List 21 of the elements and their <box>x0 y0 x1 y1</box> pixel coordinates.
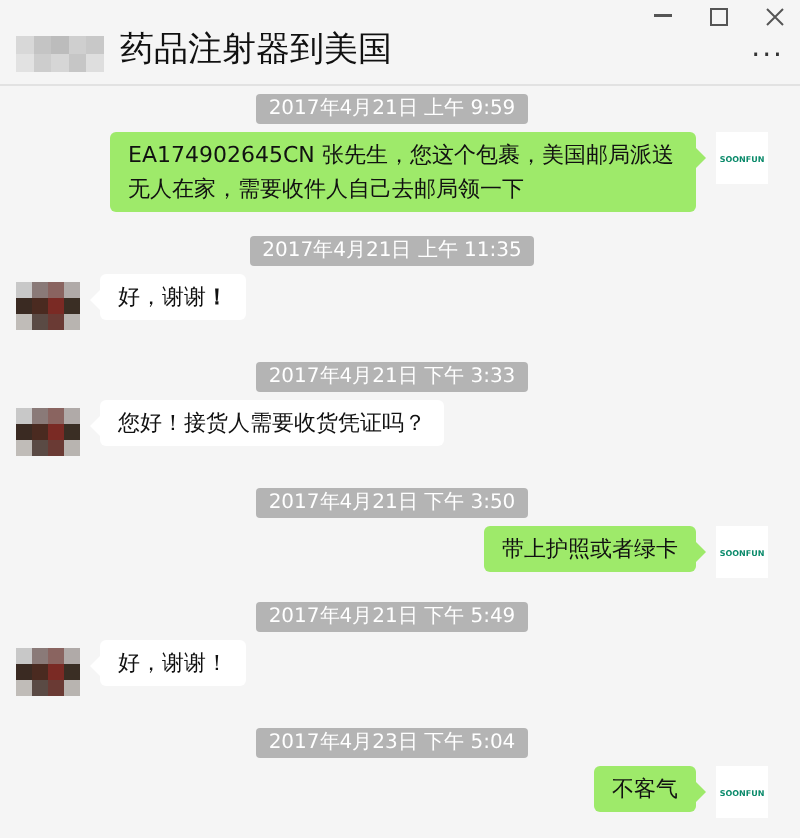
bubble-tail <box>696 148 706 168</box>
timestamp: 2017年4月21日 下午 3:33 <box>256 362 528 392</box>
timestamp: 2017年4月21日 下午 5:49 <box>256 602 528 632</box>
message-bubble: 好，谢谢！ <box>100 274 246 320</box>
message-bubble: 您好！接货人需要收货凭证吗？ <box>100 400 444 446</box>
window-title: 药品注射器到美国 <box>120 28 392 72</box>
timestamp: 2017年4月21日 上午 11:35 <box>250 236 534 266</box>
maximize-icon[interactable] <box>709 7 727 25</box>
message-bubble: 不客气 <box>594 766 696 812</box>
blurred-name <box>16 36 104 72</box>
minimize-icon[interactable] <box>653 14 671 18</box>
message-bubble: 带上护照或者绿卡 <box>484 526 696 572</box>
timestamp: 2017年4月21日 上午 9:59 <box>256 94 528 124</box>
bubble-tail <box>696 542 706 562</box>
message-bubble: EA174902645CN 张先生，您这个包裹，美国邮局派送无人在家，需要收件人自己去邮局领一下 <box>110 132 696 212</box>
timestamp: 2017年4月23日 下午 5:04 <box>256 728 528 758</box>
more-button[interactable]: ··· <box>751 40 784 72</box>
close-icon[interactable] <box>765 7 783 25</box>
bubble-tail <box>696 782 706 802</box>
message-bubble: 好，谢谢！ <box>100 640 246 686</box>
timestamp: 2017年4月21日 下午 3:50 <box>256 488 528 518</box>
